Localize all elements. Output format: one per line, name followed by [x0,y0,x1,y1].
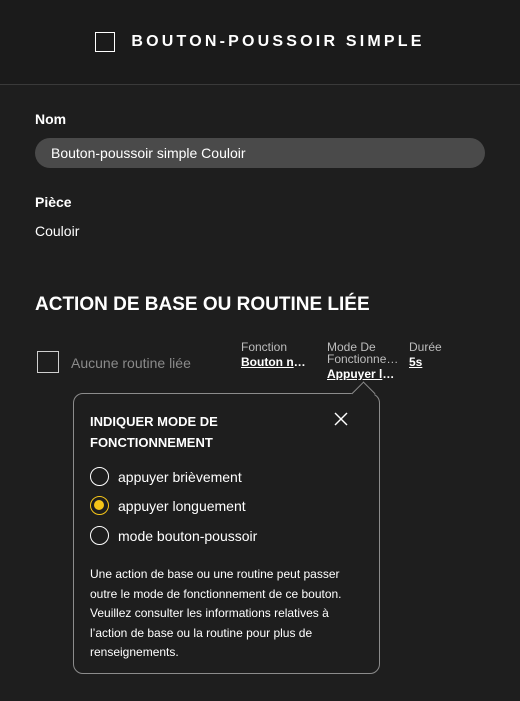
option-label: mode bouton-poussoir [118,527,258,544]
duration-column: Durée 5s [409,341,469,368]
option-push-button[interactable]: mode bouton-poussoir [90,526,257,545]
mode-column: Mode De Fonctionne… Appuyer lo… [327,341,399,380]
option-label: appuyer longuement [118,497,246,514]
routine-checkbox[interactable] [37,351,59,373]
duration-value-link[interactable]: 5s [409,356,469,368]
header-checkbox[interactable] [95,32,116,52]
option-long-press[interactable]: appuyer longuement [90,496,246,515]
radio-selected-icon[interactable] [90,496,109,515]
popup-arrow [351,381,376,406]
function-value-link[interactable]: Bouton nor… [241,356,311,368]
option-short-press[interactable]: appuyer brièvement [90,467,242,486]
page-title: BOUTON-POUSSOIR SIMPLE [131,33,425,50]
radio-icon[interactable] [90,467,109,486]
room-value[interactable]: Couloir [35,223,79,239]
mode-value-link[interactable]: Appuyer lo… [327,368,399,380]
popup-note: Une action de base ou une routine peut p… [90,567,342,659]
page-header: BOUTON-POUSSOIR SIMPLE [0,0,520,85]
function-header: Fonction [241,340,288,354]
option-label: appuyer brièvement [118,468,242,485]
function-column: Fonction Bouton nor… [241,341,311,368]
close-icon[interactable] [332,410,350,428]
mode-popup: INDIQUER MODE DE FONCTIONNEMENT appuyer … [73,381,380,674]
name-label: Nom [35,111,67,127]
room-label: Pièce [35,194,72,210]
radio-icon[interactable] [90,526,109,545]
mode-header: Mode De Fonctionne… [327,341,399,365]
name-field[interactable]: Bouton-poussoir simple Couloir [35,138,485,168]
duration-header: Durée [409,340,442,354]
routine-label: Aucune routine liée [71,355,191,371]
popup-title: INDIQUER MODE DE FONCTIONNEMENT [90,414,218,450]
section-title: ACTION DE BASE OU ROUTINE LIÉE [35,294,370,315]
